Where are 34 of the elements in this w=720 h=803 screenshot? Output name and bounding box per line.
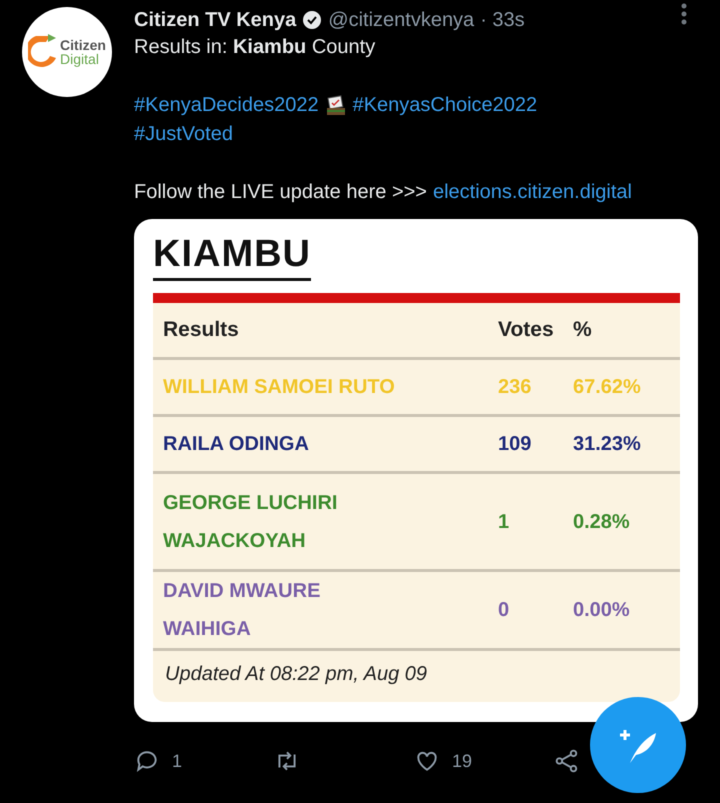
reply-button[interactable]: 1: [134, 748, 182, 774]
vote-count: 236: [498, 375, 532, 400]
share-icon: [554, 748, 580, 774]
candidate-name: GEORGE LUCHIRI WAJACKOYAH: [163, 490, 338, 554]
vote-count: 109: [498, 432, 532, 457]
hashtag-link[interactable]: #KenyasChoice2022: [352, 91, 538, 120]
vote-count: 1: [498, 510, 510, 534]
vote-percent: 0.28%: [573, 510, 631, 534]
candidate-name: WILLIAM SAMOEI RUTO: [163, 375, 396, 400]
card-title: KIAMBU: [153, 233, 311, 281]
vote-percent: 0.00%: [573, 598, 631, 623]
hashtag-link[interactable]: #JustVoted: [134, 120, 233, 149]
avatar[interactable]: Citizen Digital: [22, 7, 112, 97]
like-button[interactable]: 19: [414, 748, 472, 774]
hashtag-link[interactable]: #KenyaDecides2022: [134, 91, 319, 120]
account-handle: @citizentvkenya: [328, 8, 474, 32]
vote-percent: 67.62%: [573, 375, 642, 400]
post-time: · 33s: [480, 8, 525, 32]
logo-text: Citizen: [60, 38, 106, 52]
column-header: Votes: [498, 318, 555, 342]
candidate-name: DAVID MWAURE WAIHIGA: [163, 579, 322, 642]
updated-time: Updated At 08:22 pm, Aug 09: [164, 662, 428, 687]
post-text: Results in: Kiambu County: [134, 35, 376, 60]
url-link[interactable]: elections.citizen.digital: [432, 178, 632, 207]
logo-text: Digital: [60, 52, 100, 66]
column-header: Results: [163, 318, 240, 342]
account-name[interactable]: Citizen TV Kenya: [134, 8, 296, 32]
more-icon[interactable]: [680, 2, 688, 26]
column-header: %: [573, 318, 593, 342]
post-text: Follow the LIVE update here >>>: [134, 180, 427, 205]
share-button[interactable]: [554, 748, 580, 774]
vote-percent: 31.23%: [573, 432, 642, 457]
candidate-name: RAILA ODINGA: [163, 432, 310, 457]
vote-count: 0: [498, 598, 510, 623]
